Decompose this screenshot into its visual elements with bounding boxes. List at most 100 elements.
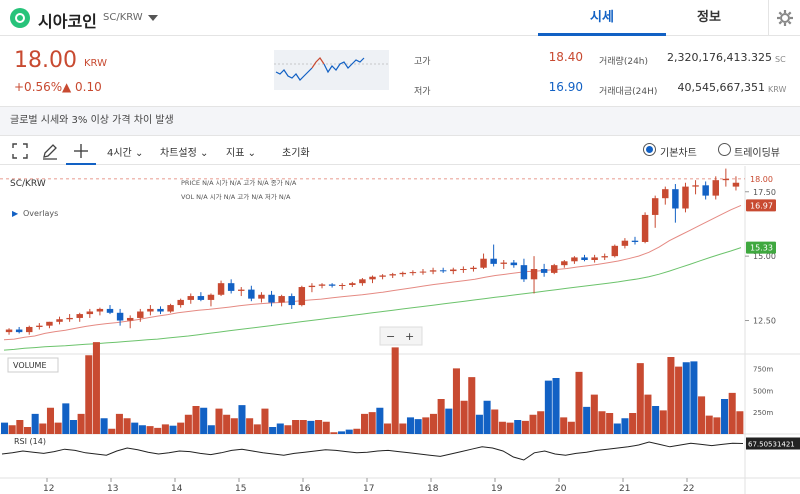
candle-body — [429, 270, 437, 272]
coin-pair[interactable]: SC/KRW — [103, 12, 143, 23]
mini-price-chart — [274, 50, 389, 90]
volume-bar — [330, 432, 338, 434]
volume-bar — [736, 411, 744, 434]
volume-bar — [131, 422, 139, 434]
volume-bar — [345, 429, 353, 434]
volume-bar — [452, 368, 460, 434]
amount-value: 40,545,667,351 — [677, 81, 765, 94]
candle-body — [349, 283, 356, 285]
legend-vol: VOL N/A 시가 N/A 고가 N/A 저가 N/A — [181, 192, 291, 201]
x-tick-label: 19 — [491, 484, 503, 494]
volume-bar — [498, 421, 506, 434]
volume-bar — [307, 420, 315, 434]
candle-body — [187, 296, 195, 300]
volume-bar — [261, 408, 269, 434]
volume-bar — [123, 418, 131, 434]
x-tick-label: 16 — [299, 484, 311, 494]
volume-bar — [529, 414, 537, 434]
volume-bar — [284, 425, 292, 434]
candle-body — [702, 185, 709, 196]
tradingview-label[interactable]: 트레이딩뷰 — [734, 144, 780, 159]
candle-body — [359, 279, 366, 284]
candle-body — [389, 274, 396, 276]
volume-bar — [39, 423, 47, 434]
candle-body — [379, 275, 386, 277]
volume-bar — [705, 415, 713, 434]
price-gap-notice: 글로벌 시세와 3% 이상 가격 차이 발생 — [0, 106, 800, 136]
basic-chart-label[interactable]: 기본차트 — [660, 144, 697, 159]
candle-body — [86, 311, 94, 315]
volume-bar — [506, 422, 514, 434]
volume-bar — [544, 380, 552, 434]
coin-logo-icon — [10, 8, 30, 28]
current-price-tag: 18.00 — [750, 175, 773, 184]
candle-body — [480, 258, 487, 268]
candle-body — [217, 283, 225, 295]
candle-body — [338, 284, 346, 286]
candle-body — [288, 296, 295, 306]
volume-bar — [383, 423, 392, 434]
candle-body — [15, 329, 23, 333]
price-chart[interactable]: 17.50 15.00 12.50 18.00 16.97 15.33 SC/KRW PRIC… — [0, 166, 800, 494]
chart-toolbar: 4시간 ⌄ 차트설정 ⌄ 지표 ⌄ 초기화 기본차트 트레이딩뷰 — [0, 137, 800, 165]
interval-select[interactable]: 4시간 ⌄ — [107, 144, 143, 159]
ma-short-tag: 16.97 — [750, 201, 773, 210]
low-value: 16.90 — [548, 80, 583, 94]
indicators-button[interactable]: 지표 ⌄ — [226, 144, 256, 159]
volume-bar — [675, 366, 683, 434]
candle-body — [96, 308, 104, 312]
candle-body — [278, 296, 285, 303]
crosshair-icon[interactable] — [72, 142, 90, 160]
candle-body — [581, 257, 588, 260]
tab-info[interactable]: 정보 — [645, 0, 773, 36]
chart-settings-button[interactable]: 차트설정 ⌄ — [160, 144, 208, 159]
volume-bar — [69, 420, 77, 434]
volume-bar — [169, 425, 177, 434]
volume-bar — [8, 425, 16, 434]
fullscreen-icon[interactable] — [11, 142, 29, 160]
volume-bar — [414, 419, 422, 434]
volume-bar — [667, 357, 675, 434]
volume-bar — [437, 399, 445, 434]
chart-canvas[interactable]: 17.5015.0012.5018.0016.9715.33SC/KRW PRIC… — [0, 166, 800, 494]
volume-bar — [560, 417, 568, 434]
current-price: 18.00 — [14, 48, 77, 73]
settings-button[interactable] — [768, 0, 800, 36]
chevron-down-icon[interactable] — [148, 15, 158, 21]
tradingview-radio[interactable] — [718, 143, 731, 156]
x-tick-label: 12 — [43, 484, 54, 494]
price-unit: KRW — [84, 58, 107, 69]
candle-body — [672, 189, 679, 209]
candle-body — [470, 267, 477, 270]
volume-bar — [353, 428, 361, 434]
volume-bar — [422, 417, 430, 434]
candle-body — [561, 261, 568, 266]
pencil-icon[interactable] — [41, 142, 59, 160]
volume-bar — [391, 347, 399, 434]
volume-bar — [552, 378, 560, 434]
candle-body — [76, 314, 83, 318]
high-label: 고가 — [414, 57, 431, 67]
volume-bar — [368, 412, 376, 434]
volume-bar — [629, 413, 637, 434]
candle-body — [409, 272, 417, 274]
volume-bar — [85, 355, 93, 434]
reset-button[interactable]: 초기화 — [282, 144, 310, 159]
candle-body — [460, 269, 467, 271]
volume-bar — [575, 371, 583, 434]
candle-body — [692, 185, 699, 187]
volume-bar — [230, 418, 238, 434]
candle-body — [651, 198, 659, 215]
price-summary: 18.00 KRW +0.56% ▲ 0.10 고가 18.40 저가 16.9… — [0, 36, 800, 106]
coin-name[interactable]: 시아코인 — [38, 8, 97, 32]
candle-body — [197, 296, 205, 300]
volume-bar — [361, 413, 369, 434]
basic-chart-radio[interactable] — [643, 143, 656, 156]
candle-body — [147, 308, 154, 312]
volume-bar — [659, 410, 667, 434]
x-tick-label: 17 — [363, 484, 374, 494]
indicators-label: 지표 — [226, 148, 245, 159]
volume-bar — [192, 406, 200, 434]
candle-body — [631, 240, 639, 242]
volume-bar — [100, 418, 108, 434]
